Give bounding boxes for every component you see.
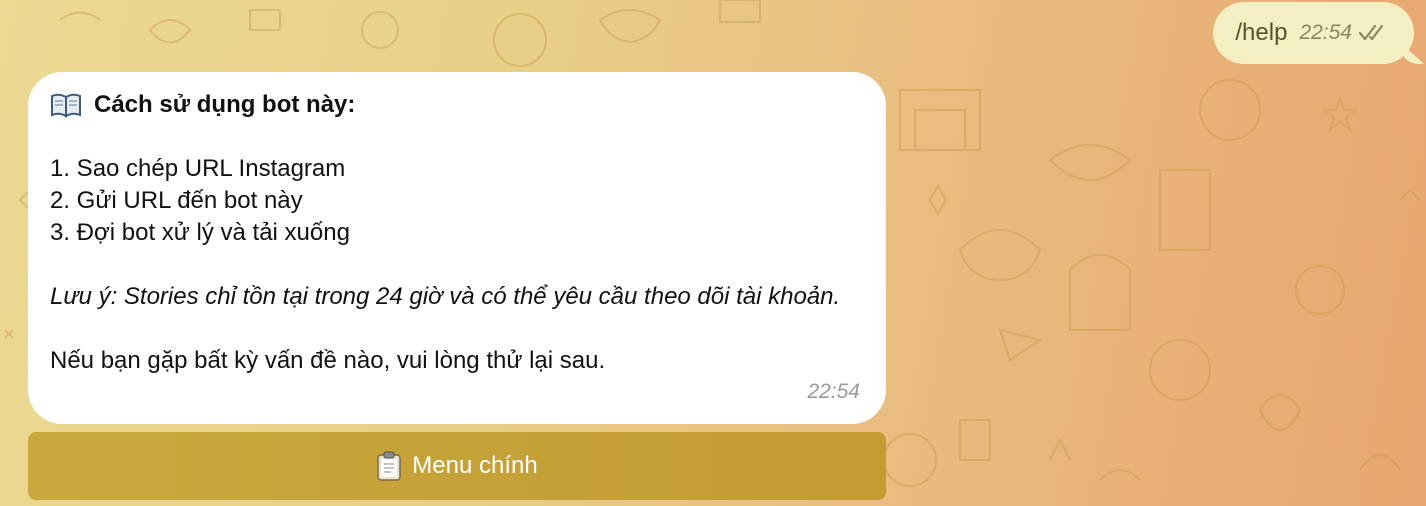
outgoing-message-time: 22:54 [1299,21,1352,44]
outgoing-message-text: /help [1235,19,1288,46]
message-title-text: Cách sử dụng bot này: [94,91,356,118]
step-item: 3. Đợi bot xử lý và tải xuống [50,219,350,246]
outgoing-message-meta: 22:54 [1299,21,1388,45]
steps-list: 1. Sao chép URL Instagram 2. Gửi URL đến… [50,153,862,249]
message-footer: Nếu bạn gặp bất kỳ vấn đề nào, vui lòng … [50,347,606,374]
step-item: 2. Gửi URL đến bot này [50,187,303,214]
incoming-message-bubble[interactable]: Cách sử dụng bot này: 1. Sao chép URL In… [28,72,886,424]
double-check-icon [1358,24,1384,41]
incoming-message-time: 22:54 [807,380,860,403]
message-title: Cách sử dụng bot này: [50,89,862,121]
main-menu-button[interactable]: Menu chính [28,432,886,500]
message-note: Lưu ý: Stories chỉ tồn tại trong 24 giờ … [50,283,841,310]
outgoing-message-bubble[interactable]: /help 22:54 [1213,2,1414,64]
step-item: 1. Sao chép URL Instagram [50,155,346,182]
open-book-icon [51,93,81,118]
main-menu-button-label: Menu chính [412,452,538,479]
clipboard-icon [377,451,402,481]
